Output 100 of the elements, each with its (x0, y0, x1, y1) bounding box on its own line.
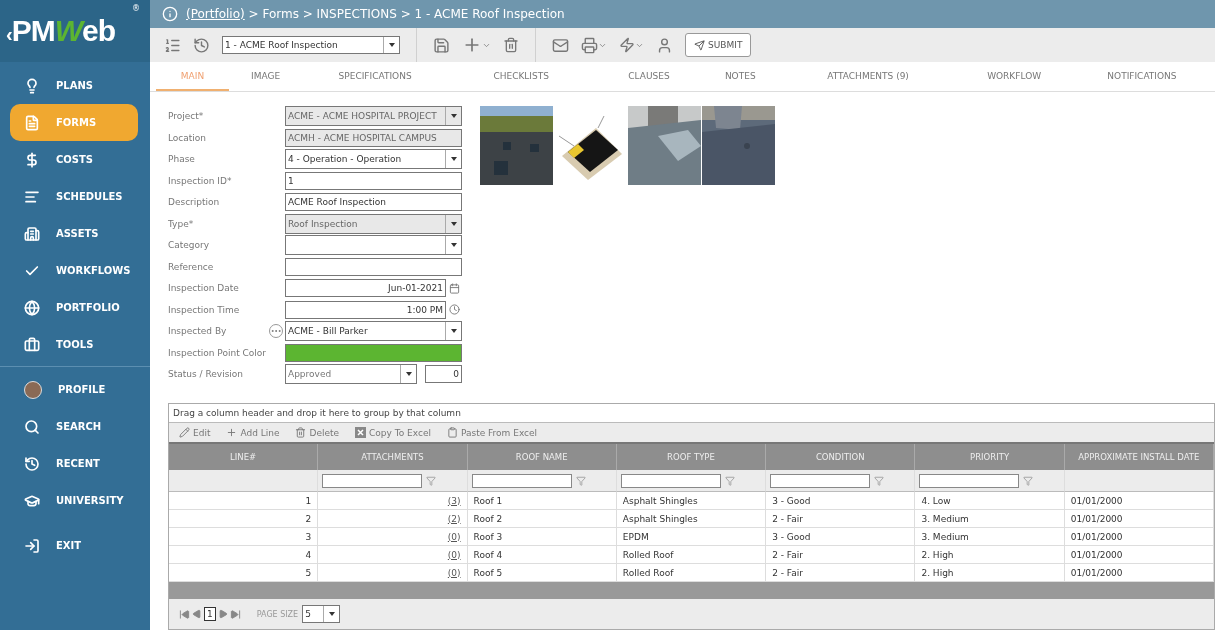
sidebar-item[interactable]: EXIT (10, 527, 138, 564)
sidebar-item[interactable]: WORKFLOWS (10, 252, 138, 289)
input-field[interactable] (285, 257, 462, 276)
clipboard-icon (446, 427, 458, 438)
sidebar-item[interactable]: TOOLS (10, 326, 138, 363)
last-page-icon[interactable] (229, 608, 241, 620)
dropdown[interactable]: Roof Inspection (285, 213, 462, 234)
filter-field[interactable] (322, 473, 423, 488)
lightning-icon[interactable] (619, 37, 644, 53)
table-cell: 3 (169, 528, 319, 546)
table-cell[interactable]: (3) (318, 492, 468, 510)
dropdown[interactable]: 4 - Operation - Operation (285, 149, 462, 169)
breadcrumb-link[interactable]: (Portfolio) (186, 7, 245, 21)
numbered-list-icon[interactable] (164, 36, 181, 54)
clock-icon[interactable] (448, 304, 460, 315)
next-page-icon[interactable] (217, 609, 228, 619)
filter-icon[interactable] (575, 475, 586, 486)
tab[interactable]: WORKFLOW (959, 62, 1069, 91)
field-label: Inspected By (168, 326, 228, 336)
table-cell[interactable]: (2) (318, 510, 468, 528)
table-cell[interactable]: (0) (318, 546, 468, 564)
column-header[interactable]: ROOF TYPE (616, 444, 767, 470)
tab[interactable]: CLAUSES (594, 62, 704, 91)
filter-field[interactable] (770, 473, 871, 488)
table-cell: 2. High (915, 546, 1065, 564)
input-field[interactable]: Jun-01-2021 (285, 279, 446, 297)
sidebar-item[interactable]: SEARCH (10, 408, 138, 445)
toolbar-action[interactable]: Edit (179, 427, 211, 438)
toolbar-action[interactable]: Paste From Excel (446, 427, 538, 438)
filter-icon[interactable] (426, 475, 437, 486)
record-dropdown[interactable]: 1 - ACME Roof Inspection (222, 36, 400, 54)
tab[interactable]: ATTACHMENTS (9) (776, 62, 960, 91)
filter-icon[interactable] (874, 475, 885, 486)
filter-icon[interactable] (1023, 475, 1034, 486)
column-header[interactable]: ATTACHMENTS (318, 444, 468, 470)
table-cell[interactable]: (0) (318, 528, 468, 546)
table-cell: 01/01/2000 (1064, 492, 1214, 510)
building-icon (24, 225, 40, 242)
column-header[interactable]: CONDITION (766, 444, 916, 470)
toolbar-action[interactable]: Add Line (226, 427, 280, 438)
sidebar-item[interactable]: PROFILE (10, 371, 138, 408)
input-field[interactable]: ACMH - ACME HOSPITAL CAMPUS (285, 128, 462, 147)
page-size-dropdown[interactable]: 5 (302, 605, 341, 623)
trash-icon[interactable] (503, 37, 519, 53)
briefcase-icon (24, 336, 40, 353)
document-icon (24, 114, 40, 131)
tab[interactable]: CHECKLISTS (448, 62, 595, 91)
dropdown[interactable] (285, 235, 462, 255)
save-icon[interactable] (433, 36, 450, 54)
sidebar-item[interactable]: SCHEDULES (10, 178, 138, 215)
filter-field[interactable] (620, 473, 721, 488)
color-field[interactable] (285, 343, 462, 362)
dropdown[interactable]: Approved (285, 364, 417, 384)
table-cell: 2 (169, 510, 319, 528)
table-cell: Roof 2 (467, 510, 617, 528)
tab[interactable]: IMAGE (229, 62, 303, 91)
person-icon[interactable] (656, 36, 673, 54)
sidebar-item[interactable]: PLANS (10, 67, 138, 104)
field-label: Inspection Date (168, 283, 240, 293)
tab[interactable]: SPECIFICATIONS (302, 62, 449, 91)
page-number[interactable]: 1 (204, 607, 216, 621)
table-cell: 4. Low (915, 492, 1065, 510)
input-field[interactable]: 0 (425, 365, 462, 383)
column-header[interactable]: ROOF NAME (467, 444, 617, 470)
printer-icon[interactable] (581, 36, 607, 54)
filter-icon[interactable] (724, 475, 735, 486)
field-label: Inspection ID* (168, 175, 233, 186)
table-cell: 3. Medium (915, 528, 1065, 546)
search-icon (24, 418, 40, 435)
input-field[interactable]: 1 (285, 171, 462, 190)
toolbar-action[interactable]: Delete (295, 427, 340, 438)
input-field[interactable]: 1:00 PM (285, 300, 446, 319)
toolbar-action[interactable]: Copy To Excel (355, 427, 431, 438)
sidebar-item[interactable]: UNIVERSITY (10, 482, 138, 519)
dropdown[interactable]: ACME - ACME HOSPITAL PROJECT (285, 106, 462, 126)
filter-field[interactable] (919, 473, 1020, 488)
sidebar-item[interactable]: PORTFOLIO (10, 289, 138, 326)
logo[interactable]: ‹PMWeb (6, 14, 115, 48)
history-icon[interactable] (193, 36, 210, 54)
mail-icon[interactable] (552, 36, 569, 54)
tab[interactable]: NOTES (703, 62, 777, 91)
field-label: Category (168, 240, 211, 250)
sidebar-item[interactable]: COSTS (10, 141, 138, 178)
plus-icon (226, 427, 238, 438)
column-header[interactable]: PRIORITY (915, 444, 1065, 470)
dropdown[interactable]: ACME - Bill Parker (285, 321, 462, 341)
column-header[interactable]: APPROXIMATE INSTALL DATE (1064, 444, 1214, 470)
page-size-label: PAGE SIZE (256, 609, 299, 619)
sidebar-item[interactable]: ASSETS (10, 215, 138, 252)
calendar-icon[interactable] (448, 282, 460, 294)
previous-page-icon[interactable] (192, 609, 202, 619)
table-cell: Asphalt Shingles (616, 492, 767, 510)
input-field[interactable]: ACME Roof Inspection (285, 193, 462, 211)
first-page-icon[interactable] (179, 608, 190, 620)
column-header[interactable]: LINE# (169, 444, 319, 470)
tab[interactable]: NOTIFICATIONS (1068, 62, 1215, 91)
filter-field[interactable] (471, 473, 572, 488)
info-icon[interactable] (162, 6, 178, 22)
sidebar-item[interactable]: RECENT (10, 445, 138, 482)
submit-button[interactable]: SUBMIT (685, 33, 752, 57)
